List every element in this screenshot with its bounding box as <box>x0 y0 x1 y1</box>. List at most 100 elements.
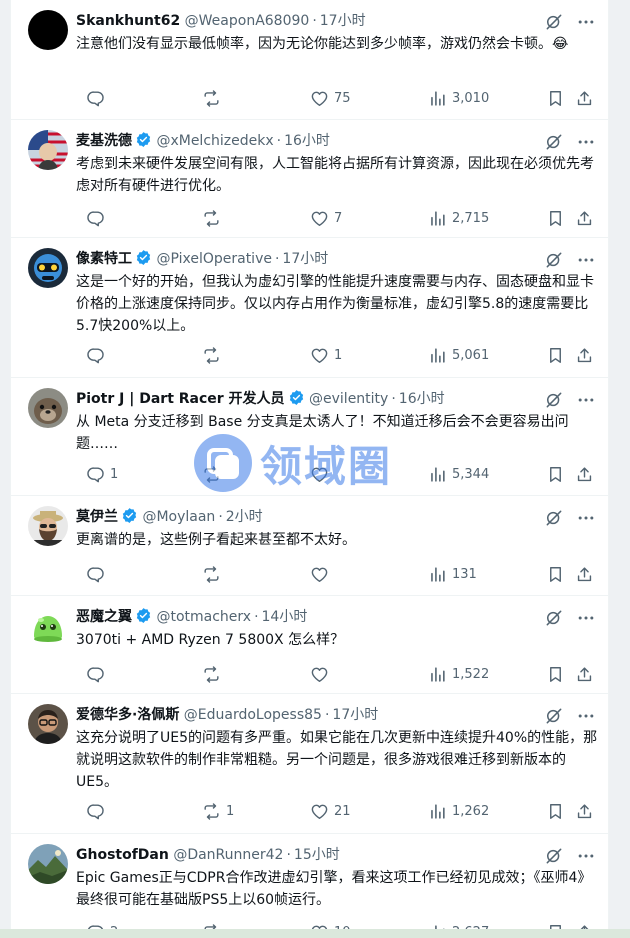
views-button[interactable]: 3,010 <box>428 86 489 110</box>
display-name[interactable]: 像素特工 <box>76 251 132 267</box>
grok-icon[interactable] <box>544 846 564 866</box>
share-button[interactable] <box>575 799 594 823</box>
bookmark-button[interactable] <box>546 86 565 110</box>
display-name[interactable]: 麦基洗德 <box>76 133 132 149</box>
retweet-button[interactable]: 1 <box>202 799 234 823</box>
timestamp[interactable]: 17小时 <box>282 251 328 267</box>
timestamp[interactable]: 16小时 <box>399 391 445 407</box>
reply-button[interactable] <box>86 343 110 367</box>
views-button[interactable]: 1,262 <box>428 799 489 823</box>
avatar[interactable] <box>28 130 68 170</box>
grok-icon[interactable] <box>544 132 564 152</box>
views-button[interactable]: 2,715 <box>428 206 489 230</box>
bookmark-button[interactable] <box>546 206 565 230</box>
avatar[interactable] <box>28 704 68 744</box>
share-button[interactable] <box>575 343 594 367</box>
avatar[interactable] <box>28 606 68 646</box>
user-handle[interactable]: @PixelOperative <box>156 251 272 267</box>
avatar[interactable] <box>28 10 68 50</box>
avatar[interactable] <box>28 506 68 546</box>
grok-icon[interactable] <box>544 608 564 628</box>
bookmark-button[interactable] <box>546 462 565 486</box>
display-name[interactable]: GhostofDan <box>76 847 169 863</box>
like-button[interactable]: 7 <box>310 206 342 230</box>
grok-icon[interactable] <box>544 706 564 726</box>
tweet[interactable]: GhostofDan @DanRunner42 · 15小时 Epic Games正与… <box>11 834 608 938</box>
views-button[interactable]: 5,344 <box>428 462 489 486</box>
share-button[interactable] <box>575 462 594 486</box>
tweet[interactable]: 麦基洗德 @xMelchizedekx · 16小时 考虑到未来硬件发展空间有限，人工… <box>11 120 608 238</box>
display-name[interactable]: Piotr J | Dart Racer 开发人员 <box>76 391 285 407</box>
views-button[interactable]: 1,522 <box>428 662 489 686</box>
more-options-icon[interactable] <box>576 132 596 152</box>
tweet[interactable]: 像素特工 @PixelOperative · 17小时 这是一个好的开始，但我认为虚幻… <box>11 238 608 378</box>
share-button[interactable] <box>575 206 594 230</box>
avatar[interactable] <box>28 388 68 428</box>
like-button[interactable] <box>310 662 334 686</box>
reply-button[interactable] <box>86 799 110 823</box>
grok-icon[interactable] <box>544 508 564 528</box>
retweet-button[interactable] <box>202 562 226 586</box>
reply-button[interactable]: 1 <box>86 462 118 486</box>
views-button[interactable]: 131 <box>428 562 477 586</box>
reply-button[interactable] <box>86 662 110 686</box>
more-options-icon[interactable] <box>576 706 596 726</box>
avatar[interactable] <box>28 248 68 288</box>
display-name[interactable]: Skankhunt62 <box>76 13 180 29</box>
user-handle[interactable]: @Moylaan <box>142 509 215 525</box>
retweet-button[interactable] <box>202 343 226 367</box>
more-options-icon[interactable] <box>576 390 596 410</box>
user-handle[interactable]: @totmacherx <box>156 609 251 625</box>
retweet-icon <box>202 665 221 684</box>
user-handle[interactable]: @DanRunner42 <box>173 847 283 863</box>
reply-button[interactable] <box>86 562 110 586</box>
like-button[interactable]: 1 <box>310 343 342 367</box>
like-count: 21 <box>334 803 351 819</box>
user-handle[interactable]: @evilentity <box>309 391 388 407</box>
bookmark-button[interactable] <box>546 343 565 367</box>
user-handle[interactable]: @WeaponA68090 <box>185 13 310 29</box>
grok-icon[interactable] <box>544 390 564 410</box>
display-name[interactable]: 莫伊兰 <box>76 509 118 525</box>
share-icon <box>575 89 594 108</box>
like-button[interactable] <box>310 562 334 586</box>
retweet-icon <box>202 565 221 584</box>
reply-icon <box>86 802 105 821</box>
bookmark-button[interactable] <box>546 799 565 823</box>
avatar[interactable] <box>28 844 68 884</box>
share-button[interactable] <box>575 86 594 110</box>
timestamp[interactable]: 17小时 <box>332 707 378 723</box>
bookmark-button[interactable] <box>546 562 565 586</box>
like-button[interactable]: 75 <box>310 86 351 110</box>
more-options-icon[interactable] <box>576 846 596 866</box>
timestamp[interactable]: 16小时 <box>284 133 330 149</box>
share-button[interactable] <box>575 562 594 586</box>
user-handle[interactable]: @EduardoLopess85 <box>184 707 322 723</box>
reply-button[interactable] <box>86 86 110 110</box>
share-button[interactable] <box>575 662 594 686</box>
retweet-button[interactable] <box>202 206 226 230</box>
tweet[interactable]: 爱德华多·洛佩斯 @EduardoLopess85 · 17小时 这充分说明了UE5的… <box>11 694 608 834</box>
grok-icon[interactable] <box>544 250 564 270</box>
user-handle[interactable]: @xMelchizedekx <box>156 133 273 149</box>
tweet[interactable]: 莫伊兰 @Moylaan · 2小时 更离谱的是，这些例子看起来甚至都不太好。 131 <box>11 496 608 596</box>
timestamp[interactable]: 15小时 <box>294 847 340 863</box>
timestamp[interactable]: 14小时 <box>262 609 308 625</box>
tweet[interactable]: Skankhunt62 @WeaponA68090 · 17小时 注意他们没有显示最低… <box>11 0 608 120</box>
timestamp[interactable]: 17小时 <box>320 13 366 29</box>
retweet-button[interactable] <box>202 662 226 686</box>
more-options-icon[interactable] <box>576 508 596 528</box>
more-options-icon[interactable] <box>576 608 596 628</box>
like-button[interactable]: 21 <box>310 799 351 823</box>
grok-icon[interactable] <box>544 12 564 32</box>
retweet-button[interactable] <box>202 86 226 110</box>
bookmark-button[interactable] <box>546 662 565 686</box>
more-options-icon[interactable] <box>576 250 596 270</box>
display-name[interactable]: 恶魔之翼 <box>76 609 132 625</box>
tweet[interactable]: 恶魔之翼 @totmacherx · 14小时 3070ti + AMD Ryzen … <box>11 596 608 694</box>
display-name[interactable]: 爱德华多·洛佩斯 <box>76 707 179 723</box>
more-options-icon[interactable] <box>576 12 596 32</box>
views-button[interactable]: 5,061 <box>428 343 489 367</box>
timestamp[interactable]: 2小时 <box>226 509 263 525</box>
reply-button[interactable] <box>86 206 110 230</box>
